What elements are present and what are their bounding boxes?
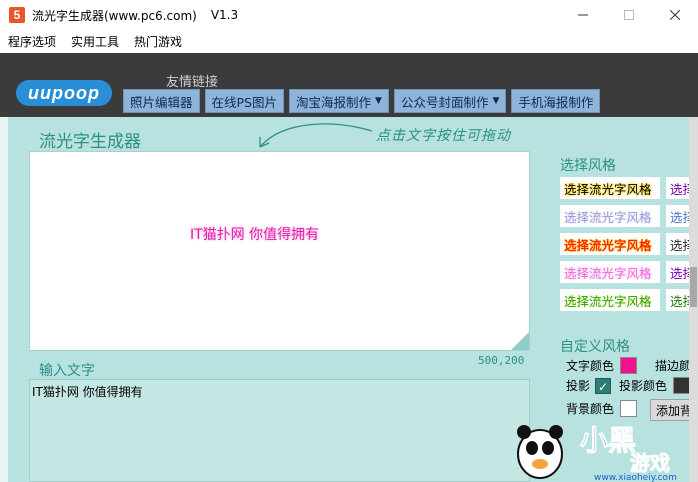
canvas-size: 500,200	[478, 354, 525, 367]
app-icon: 5	[9, 7, 25, 23]
svg-text:游戏: 游戏	[630, 451, 670, 475]
resize-handle[interactable]	[511, 332, 529, 350]
maximize-icon	[624, 10, 634, 20]
menu-tools[interactable]: 实用工具	[63, 33, 126, 50]
scroll-thumb[interactable]	[690, 267, 697, 307]
text-color-label: 文字颜色	[566, 359, 615, 373]
nav-taobao-poster[interactable]: 淘宝海报制作 ▼	[289, 89, 389, 113]
svg-text:小黑: 小黑	[580, 424, 636, 457]
nav-mobile-poster[interactable]: 手机海报制作	[511, 89, 601, 113]
caret-down-icon: ▼	[375, 96, 382, 106]
style-row: 选择流光字风格 选择	[560, 261, 698, 283]
input-label: 输入文字	[39, 363, 95, 379]
nav-label: 照片编辑器	[130, 94, 193, 110]
style-option[interactable]: 选择流光字风格	[560, 261, 660, 283]
style-row: 选择流光字风格 选择	[560, 289, 698, 311]
nav-label: 淘宝海报制作	[296, 94, 372, 110]
watermark-logo-icon: 小黑 游戏 www.xiaoheiy.com	[517, 424, 677, 482]
style-option[interactable]: 选择流光字风格	[560, 205, 660, 227]
shadow-checkbox[interactable]: ✓	[595, 377, 612, 394]
nav-photo-editor[interactable]: 照片编辑器	[123, 89, 200, 113]
caret-down-icon: ▼	[492, 96, 500, 106]
glow-text[interactable]: IT猫扑网 你值得拥有	[190, 224, 319, 244]
style-row: 选择流光字风格 选择	[560, 177, 698, 199]
shadow-label: 投影	[566, 379, 591, 393]
friend-link[interactable]: 友情链接	[166, 71, 218, 90]
nav-online-ps[interactable]: 在线PS图片	[204, 89, 284, 113]
shadow-row: 投影 ✓ 投影颜色	[566, 377, 691, 394]
shadow-color-swatch[interactable]	[673, 377, 691, 394]
window-version: V1.3	[210, 8, 239, 22]
preview-canvas[interactable]: IT猫扑网 你值得拥有	[29, 151, 530, 351]
title-bar: 5 流光字生成器(www.pc6.com) V1.3	[0, 0, 698, 30]
drag-hint: 点击文字按住可拖动	[376, 128, 511, 144]
nav-label: 手机海报制作	[518, 94, 594, 110]
shadow-color-label: 投影颜色	[619, 379, 668, 393]
style-option[interactable]: 选择流光字风格	[560, 177, 660, 199]
svg-text:www.xiaoheiy.com: www.xiaoheiy.com	[594, 473, 677, 482]
menu-bar: 程序选项 实用工具 热门游戏	[0, 30, 698, 52]
custom-style-title: 自定义风格	[560, 339, 630, 355]
menu-program-options[interactable]: 程序选项	[0, 33, 63, 50]
style-row: 选择流光字风格 选择	[560, 205, 698, 227]
maximize-button[interactable]	[606, 0, 652, 30]
menu-hot-games[interactable]: 热门游戏	[126, 33, 189, 50]
text-input[interactable]	[29, 379, 530, 482]
generator-title: 流光字生成器	[39, 132, 141, 152]
window-controls	[560, 0, 698, 30]
style-option[interactable]: 选择流光字风格	[560, 233, 660, 255]
close-button[interactable]	[652, 0, 698, 30]
window-title: 流光字生成器(www.pc6.com)	[32, 8, 197, 23]
site-header: 友情链接 uupoop 照片编辑器 在线PS图片 淘宝海报制作 ▼ 公众号封面制作…	[0, 53, 698, 117]
nav-bar: 照片编辑器 在线PS图片 淘宝海报制作 ▼ 公众号封面制作 ▼ 手机海报制作	[123, 89, 601, 113]
minimize-icon	[578, 14, 588, 16]
minimize-button[interactable]	[560, 0, 606, 30]
close-icon	[670, 10, 680, 20]
uupoop-logo[interactable]: uupoop	[16, 80, 112, 106]
text-color-swatch[interactable]	[620, 357, 638, 374]
nav-wechat-cover[interactable]: 公众号封面制作 ▼	[393, 89, 507, 113]
style-option[interactable]: 选择流光字风格	[560, 289, 660, 311]
stroke-color-label: 描边颜	[655, 359, 692, 373]
nav-label: 在线PS图片	[211, 94, 277, 110]
left-strip	[0, 117, 8, 482]
style-title: 选择风格	[560, 158, 616, 174]
nav-label: 公众号封面制作	[400, 94, 489, 110]
style-row: 选择流光字风格 选择	[560, 233, 698, 255]
text-color-row: 文字颜色 描边颜	[566, 357, 691, 374]
